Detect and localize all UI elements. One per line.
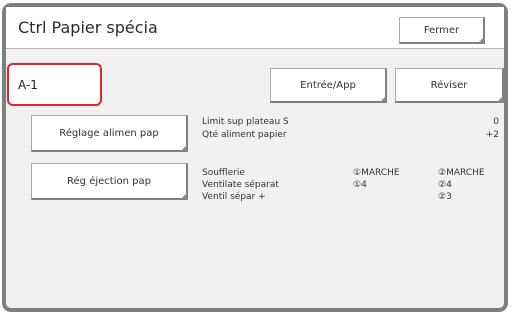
feed-adjust-button-label: Réglage alimen pap (59, 127, 159, 139)
ejection-adjust-button-label: Rég éjection pap (67, 175, 151, 187)
page-title: Ctrl Papier spécia (18, 18, 158, 37)
review-button[interactable]: Réviser (395, 68, 504, 103)
entry-button-label: Entrée/App (300, 79, 356, 91)
entry-button[interactable]: Entrée/App (270, 68, 387, 103)
ejection-col2-value: ②MARCHE (438, 168, 485, 178)
panel-header: Ctrl Papier spécia Fermer (6, 7, 504, 49)
ejection-row-label: Ventil sépar + (202, 192, 266, 202)
feed-adjust-button[interactable]: Réglage alimen pap (31, 115, 188, 152)
ejection-col1-value: ①MARCHE (353, 168, 400, 178)
corner-mark-icon (181, 193, 187, 199)
corner-mark-icon (380, 96, 386, 102)
close-button-label: Fermer (423, 24, 460, 36)
feed-row-value: +2 (485, 130, 499, 140)
ejection-col1-value: ①4 (353, 180, 367, 190)
feed-row-label: Qté aliment papier (202, 130, 287, 140)
feed-row-label: Limit sup plateau S (202, 117, 289, 127)
ejection-col2-value: ②3 (438, 192, 452, 202)
corner-mark-icon (181, 145, 187, 151)
ejection-col2-value: ②4 (438, 180, 452, 190)
paper-code-value: A-1 (18, 78, 38, 92)
paper-code-field[interactable]: A-1 (7, 63, 102, 106)
close-button[interactable]: Fermer (399, 17, 485, 44)
ejection-row-label: Ventilate séparat (202, 180, 279, 190)
review-button-label: Réviser (430, 79, 468, 91)
feed-row-value: 0 (493, 117, 499, 127)
special-paper-panel: Ctrl Papier spécia Fermer A-1 Entrée/App… (2, 3, 508, 312)
corner-mark-icon (478, 37, 484, 43)
ejection-adjust-button[interactable]: Rég éjection pap (31, 163, 188, 200)
corner-mark-icon (497, 96, 503, 102)
ejection-row-label: Soufflerie (202, 168, 245, 178)
